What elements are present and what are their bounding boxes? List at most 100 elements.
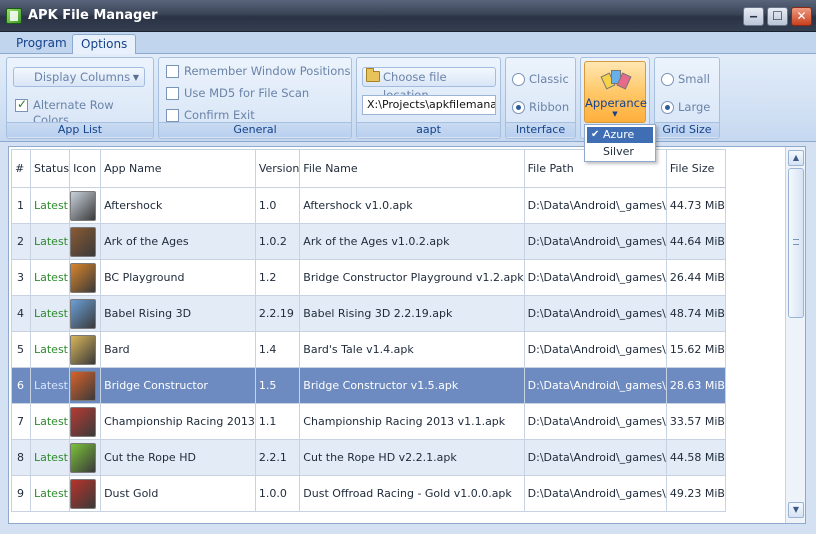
row-status: Latest <box>29 331 71 368</box>
tab-options[interactable]: Options <box>72 34 137 54</box>
row-version: 1.4 <box>254 331 301 368</box>
grid-size-small-radio[interactable]: Small <box>661 72 710 88</box>
appearance-option-silver[interactable]: Silver <box>587 144 653 160</box>
interface-ribbon-radio[interactable]: Ribbon <box>512 100 569 116</box>
row-file-name: Bridge Constructor Playground v1.2.apk <box>299 259 525 296</box>
row-version: 1.5 <box>254 367 301 404</box>
row-file-size: 44.73 MiB <box>665 187 726 224</box>
row-icon <box>69 295 102 332</box>
row-file-path: D:\Data\Android\_games\ <box>523 295 667 332</box>
small-label: Small <box>678 72 710 86</box>
remember-window-positions-checkbox[interactable]: Remember Window Positions <box>166 64 351 80</box>
row-file-path: D:\Data\Android\_games\ <box>523 187 667 224</box>
aapt-path-input[interactable]: X:\Projects\apkfilemanage <box>362 95 496 115</box>
large-label: Large <box>678 100 711 114</box>
col-header-app-name[interactable]: App Name <box>100 149 256 188</box>
appearance-option-label: Azure <box>603 128 635 141</box>
row-version: 1.0.0 <box>254 475 301 512</box>
choose-file-location-button[interactable]: Choose file location <box>362 67 496 102</box>
row-file-path: D:\Data\Android\_games\ <box>523 367 667 404</box>
display-columns-label: Display Columns <box>34 70 131 84</box>
row-app-name: Bard <box>100 331 256 368</box>
col-header-file-size[interactable]: File Size <box>665 149 726 188</box>
row-version: 2.2.1 <box>254 439 301 476</box>
grid-size-large-radio[interactable]: Large <box>661 100 710 116</box>
minimize-button[interactable]: ‒ <box>743 7 764 26</box>
table-body: 1 Latest Aftershock 1.0 Aftershock v1.0.apk D… <box>11 187 726 512</box>
title-bar: APK File Manager ‒ ☐ ✕ <box>0 0 816 32</box>
table-row[interactable]: 8 Latest Cut the Rope HD 2.2.1 Cut the Rope … <box>11 439 726 476</box>
row-icon <box>69 439 102 476</box>
alternate-row-colors-checkbox[interactable]: Alternate Row Colors <box>15 97 153 127</box>
radio-icon <box>661 101 674 114</box>
table-row[interactable]: 9 Latest Dust Gold 1.0.0 Dust Offroad Racing… <box>11 475 726 512</box>
app-grid: # Status Icon App Name Version File Name… <box>8 146 806 524</box>
row-file-name: Bard's Tale v1.4.apk <box>299 331 525 368</box>
appearance-option-azure[interactable]: ✔ Azure <box>587 127 653 143</box>
palette-icon <box>600 66 632 94</box>
row-status: Latest <box>29 223 71 260</box>
checkbox-icon <box>166 87 179 100</box>
vertical-scrollbar[interactable]: ▲ ▼ <box>785 147 805 523</box>
row-file-size: 28.63 MiB <box>665 367 726 404</box>
col-header-file-name[interactable]: File Name <box>299 149 525 188</box>
use-md5-checkbox[interactable]: Use MD5 for File Scan <box>166 86 309 102</box>
row-icon <box>69 223 102 260</box>
close-button[interactable]: ✕ <box>791 7 812 26</box>
row-file-size: 26.44 MiB <box>665 259 726 296</box>
remember-window-positions-label: Remember Window Positions <box>184 64 351 78</box>
table-row[interactable]: 6 Latest Bridge Constructor 1.5 Bridge Const… <box>11 367 726 404</box>
app-icon <box>6 8 22 24</box>
row-file-path: D:\Data\Android\_games\ <box>523 223 667 260</box>
display-columns-button[interactable]: Display Columns ▼ <box>13 67 145 87</box>
row-app-name: Ark of the Ages <box>100 223 256 260</box>
appearance-option-label: Silver <box>603 145 634 158</box>
group-label-app-list: App List <box>7 122 153 137</box>
table-row[interactable]: 1 Latest Aftershock 1.0 Aftershock v1.0.apk D… <box>11 187 726 224</box>
window-title: APK File Manager <box>28 8 158 23</box>
maximize-button[interactable]: ☐ <box>767 7 788 26</box>
row-file-name: Bridge Constructor v1.5.apk <box>299 367 525 404</box>
radio-icon <box>512 73 525 86</box>
scroll-up-icon[interactable]: ▲ <box>788 150 804 166</box>
group-interface: Classic Ribbon Interface <box>505 57 576 139</box>
row-file-path: D:\Data\Android\_games\ <box>523 439 667 476</box>
classic-label: Classic <box>529 72 569 86</box>
col-header-num[interactable]: # <box>11 149 31 188</box>
app-icon-image <box>70 298 97 329</box>
tab-program[interactable]: Program <box>8 34 75 54</box>
checkbox-icon <box>166 109 179 122</box>
row-file-name: Cut the Rope HD v2.2.1.apk <box>299 439 525 476</box>
row-icon <box>69 259 102 296</box>
row-icon <box>69 367 102 404</box>
row-version: 2.2.19 <box>254 295 301 332</box>
scroll-down-icon[interactable]: ▼ <box>788 502 804 518</box>
row-file-path: D:\Data\Android\_games\ <box>523 259 667 296</box>
row-icon <box>69 475 102 512</box>
appearance-button[interactable]: Apperance ▼ <box>584 61 647 123</box>
row-file-size: 44.58 MiB <box>665 439 726 476</box>
ribbon-tabs: Program Options <box>0 32 816 54</box>
col-header-icon[interactable]: Icon <box>69 149 102 188</box>
table-row[interactable]: 5 Latest Bard 1.4 Bard's Tale v1.4.apk D:\Dat… <box>11 331 726 368</box>
row-app-name: Babel Rising 3D <box>100 295 256 332</box>
use-md5-label: Use MD5 for File Scan <box>184 86 310 100</box>
row-icon <box>69 187 102 224</box>
col-header-version[interactable]: Version <box>254 149 301 188</box>
row-num: 5 <box>11 331 31 368</box>
col-header-status[interactable]: Status <box>29 149 71 188</box>
app-icon-image <box>70 370 97 401</box>
chevron-down-icon: ▼ <box>132 73 139 82</box>
row-app-name: Championship Racing 2013 <box>100 403 256 440</box>
table-row[interactable]: 4 Latest Babel Rising 3D 2.2.19 Babel Rising… <box>11 295 726 332</box>
table-row[interactable]: 2 Latest Ark of the Ages 1.0.2 Ark of the Ag… <box>11 223 726 260</box>
table-row[interactable]: 7 Latest Championship Racing 2013 1.1 Champi… <box>11 403 726 440</box>
table-row[interactable]: 3 Latest BC Playground 1.2 Bridge Constructo… <box>11 259 726 296</box>
interface-classic-radio[interactable]: Classic <box>512 72 569 88</box>
scroll-thumb[interactable] <box>788 168 804 318</box>
row-version: 1.2 <box>254 259 301 296</box>
group-label-general: General <box>159 122 351 137</box>
row-file-name: Championship Racing 2013 v1.1.apk <box>299 403 525 440</box>
chevron-down-icon: ▼ <box>612 110 618 118</box>
row-num: 8 <box>11 439 31 476</box>
